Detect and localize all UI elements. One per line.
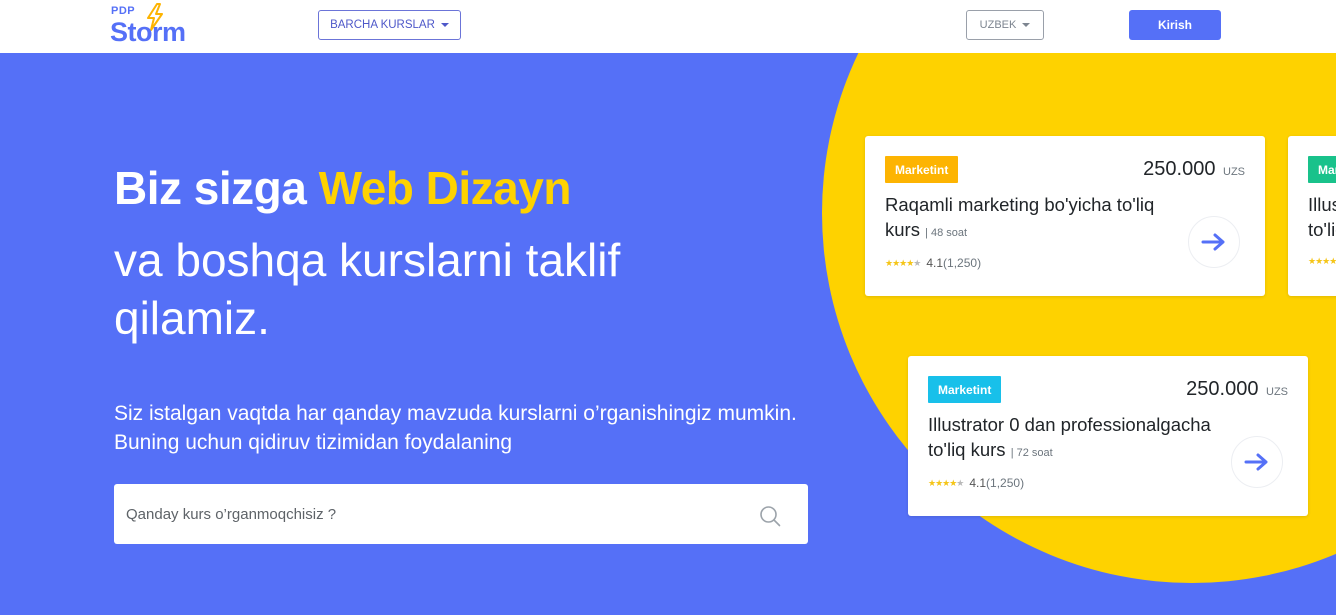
star-rating-icon: ★★★★★: [928, 477, 964, 488]
course-card[interactable]: Marketint 250.000 UZS Raqamli marketing …: [865, 136, 1265, 296]
course-rating: ★★★★★ 4.1(1,250): [885, 256, 981, 270]
course-price: 250.000 UZS: [1186, 378, 1288, 401]
course-title: Illustrator 0 dan professionalgacha to'l…: [928, 412, 1228, 466]
course-title-text: Illustrator 0 dan professionalgacha to'l…: [1308, 194, 1336, 240]
search-bar: [114, 484, 808, 544]
price-currency: UZS: [1223, 166, 1245, 178]
all-courses-label: BARCHA KURSLAR: [330, 19, 435, 31]
course-rating: ★★★★★: [1308, 256, 1336, 267]
hero-title-highlight: Web Dizayn: [318, 162, 572, 214]
category-badge: Marketint: [885, 156, 959, 183]
chevron-down-icon: [1022, 23, 1031, 27]
price-value: 250.000: [1186, 378, 1259, 400]
category-badge: Marketint: [928, 376, 1002, 403]
course-hours: | 48 soat: [925, 227, 968, 239]
arrow-right-icon: [1244, 453, 1268, 471]
hero-title-part1: Biz sizga: [114, 162, 319, 214]
top-navbar: PDP Storm BARCHA KURSLAR UZBEK Kirish: [0, 0, 1336, 53]
hero-title-line2: va boshqa kurslarni taklif qilamiz.: [114, 234, 621, 344]
language-label: UZBEK: [979, 19, 1017, 31]
all-courses-dropdown[interactable]: BARCHA KURSLAR: [318, 10, 461, 40]
course-title: Raqamli marketing bo'yicha to'liq kurs |…: [885, 192, 1185, 246]
arrow-right-icon: [1201, 233, 1225, 251]
rating-value: 4.1(1,250): [969, 476, 1025, 490]
course-hours: | 72 soat: [1010, 447, 1053, 459]
chevron-down-icon: [440, 23, 449, 27]
logo-storm-text: Storm: [110, 17, 186, 47]
course-search-input[interactable]: [114, 484, 754, 544]
login-button[interactable]: Kirish: [1129, 10, 1221, 40]
hero-section: Biz sizga Web Dizayn va boshqa kurslarni…: [0, 53, 1336, 615]
star-rating-icon: ★★★★★: [885, 257, 921, 268]
course-title-text: Illustrator 0 dan professionalgacha to'l…: [928, 414, 1211, 460]
course-rating: ★★★★★ 4.1(1,250): [928, 476, 1024, 490]
course-card[interactable]: Marketint 250.000 UZS Illustrator 0 dan …: [908, 356, 1308, 516]
hero-subtitle: Siz istalgan vaqtda har qanday mavzuda k…: [114, 402, 797, 454]
price-currency: UZS: [1266, 386, 1288, 398]
course-title: Illustrator 0 dan professionalgacha to'l…: [1308, 192, 1336, 242]
open-course-button[interactable]: [1231, 436, 1283, 488]
course-price: 250.000 UZS: [1143, 158, 1245, 181]
pdp-storm-logo[interactable]: PDP Storm: [110, 3, 220, 49]
star-rating-icon: ★★★★★: [1308, 256, 1336, 266]
search-icon[interactable]: [758, 504, 782, 528]
logo-pdp-text: PDP: [111, 5, 136, 17]
language-dropdown[interactable]: UZBEK: [966, 10, 1044, 40]
open-course-button[interactable]: [1188, 216, 1240, 268]
hero-title: Biz sizga Web Dizayn: [114, 161, 571, 215]
category-badge: Marketint: [1308, 156, 1336, 183]
price-value: 250.000: [1143, 158, 1216, 180]
course-card[interactable]: Marketint Illustrator 0 dan professional…: [1288, 136, 1336, 296]
rating-value: 4.1(1,250): [926, 256, 982, 270]
